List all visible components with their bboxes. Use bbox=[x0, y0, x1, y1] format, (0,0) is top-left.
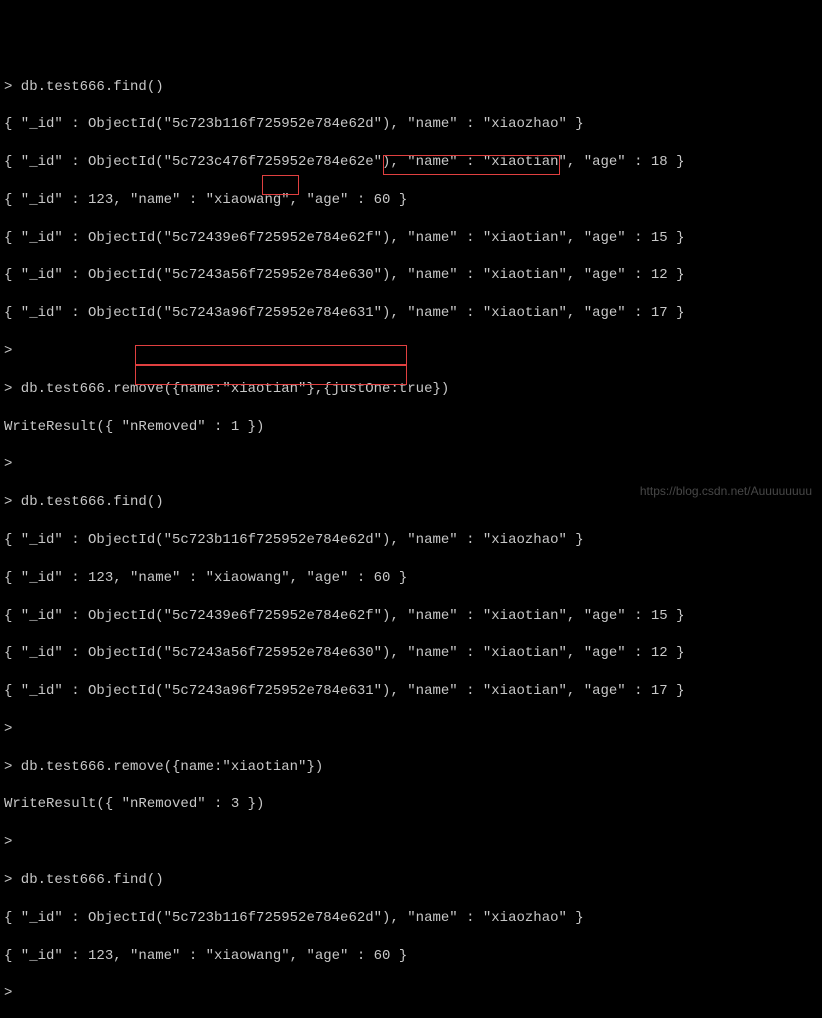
terminal-line: { "_id" : ObjectId("5c723c476f725952e784… bbox=[4, 153, 818, 172]
terminal-line: > bbox=[4, 984, 818, 1003]
terminal-line: > bbox=[4, 342, 818, 361]
terminal-line: { "_id" : ObjectId("5c7243a56f725952e784… bbox=[4, 644, 818, 663]
terminal-line: { "_id" : ObjectId("5c72439e6f725952e784… bbox=[4, 229, 818, 248]
terminal-line: { "_id" : ObjectId("5c723b116f725952e784… bbox=[4, 531, 818, 550]
terminal-line: WriteResult({ "nRemoved" : 1 }) bbox=[4, 418, 818, 437]
terminal-line: { "_id" : ObjectId("5c7243a96f725952e784… bbox=[4, 682, 818, 701]
terminal-line: { "_id" : ObjectId("5c7243a96f725952e784… bbox=[4, 304, 818, 323]
terminal-line: { "_id" : 123, "name" : "xiaowang", "age… bbox=[4, 569, 818, 588]
terminal-line: > db.test666.find() bbox=[4, 78, 818, 97]
terminal-line: { "_id" : ObjectId("5c723b116f725952e784… bbox=[4, 909, 818, 928]
terminal-line: WriteResult({ "nRemoved" : 3 }) bbox=[4, 795, 818, 814]
terminal-line: { "_id" : ObjectId("5c723b116f725952e784… bbox=[4, 115, 818, 134]
terminal-line: > db.test666.remove({name:"xiaotian"}) bbox=[4, 758, 818, 777]
terminal-line: { "_id" : ObjectId("5c72439e6f725952e784… bbox=[4, 607, 818, 626]
terminal-line: > db.test666.remove({name:"xiaotian"},{j… bbox=[4, 380, 818, 399]
terminal-line: > bbox=[4, 455, 818, 474]
terminal-line: { "_id" : 123, "name" : "xiaowang", "age… bbox=[4, 947, 818, 966]
terminal-line: > db.test666.find() bbox=[4, 871, 818, 890]
terminal-line: { "_id" : ObjectId("5c7243a56f725952e784… bbox=[4, 266, 818, 285]
watermark-text: https://blog.csdn.net/Auuuuuuuu bbox=[640, 483, 812, 499]
terminal-line: > bbox=[4, 720, 818, 739]
terminal-line: > bbox=[4, 833, 818, 852]
terminal-line: { "_id" : 123, "name" : "xiaowang", "age… bbox=[4, 191, 818, 210]
